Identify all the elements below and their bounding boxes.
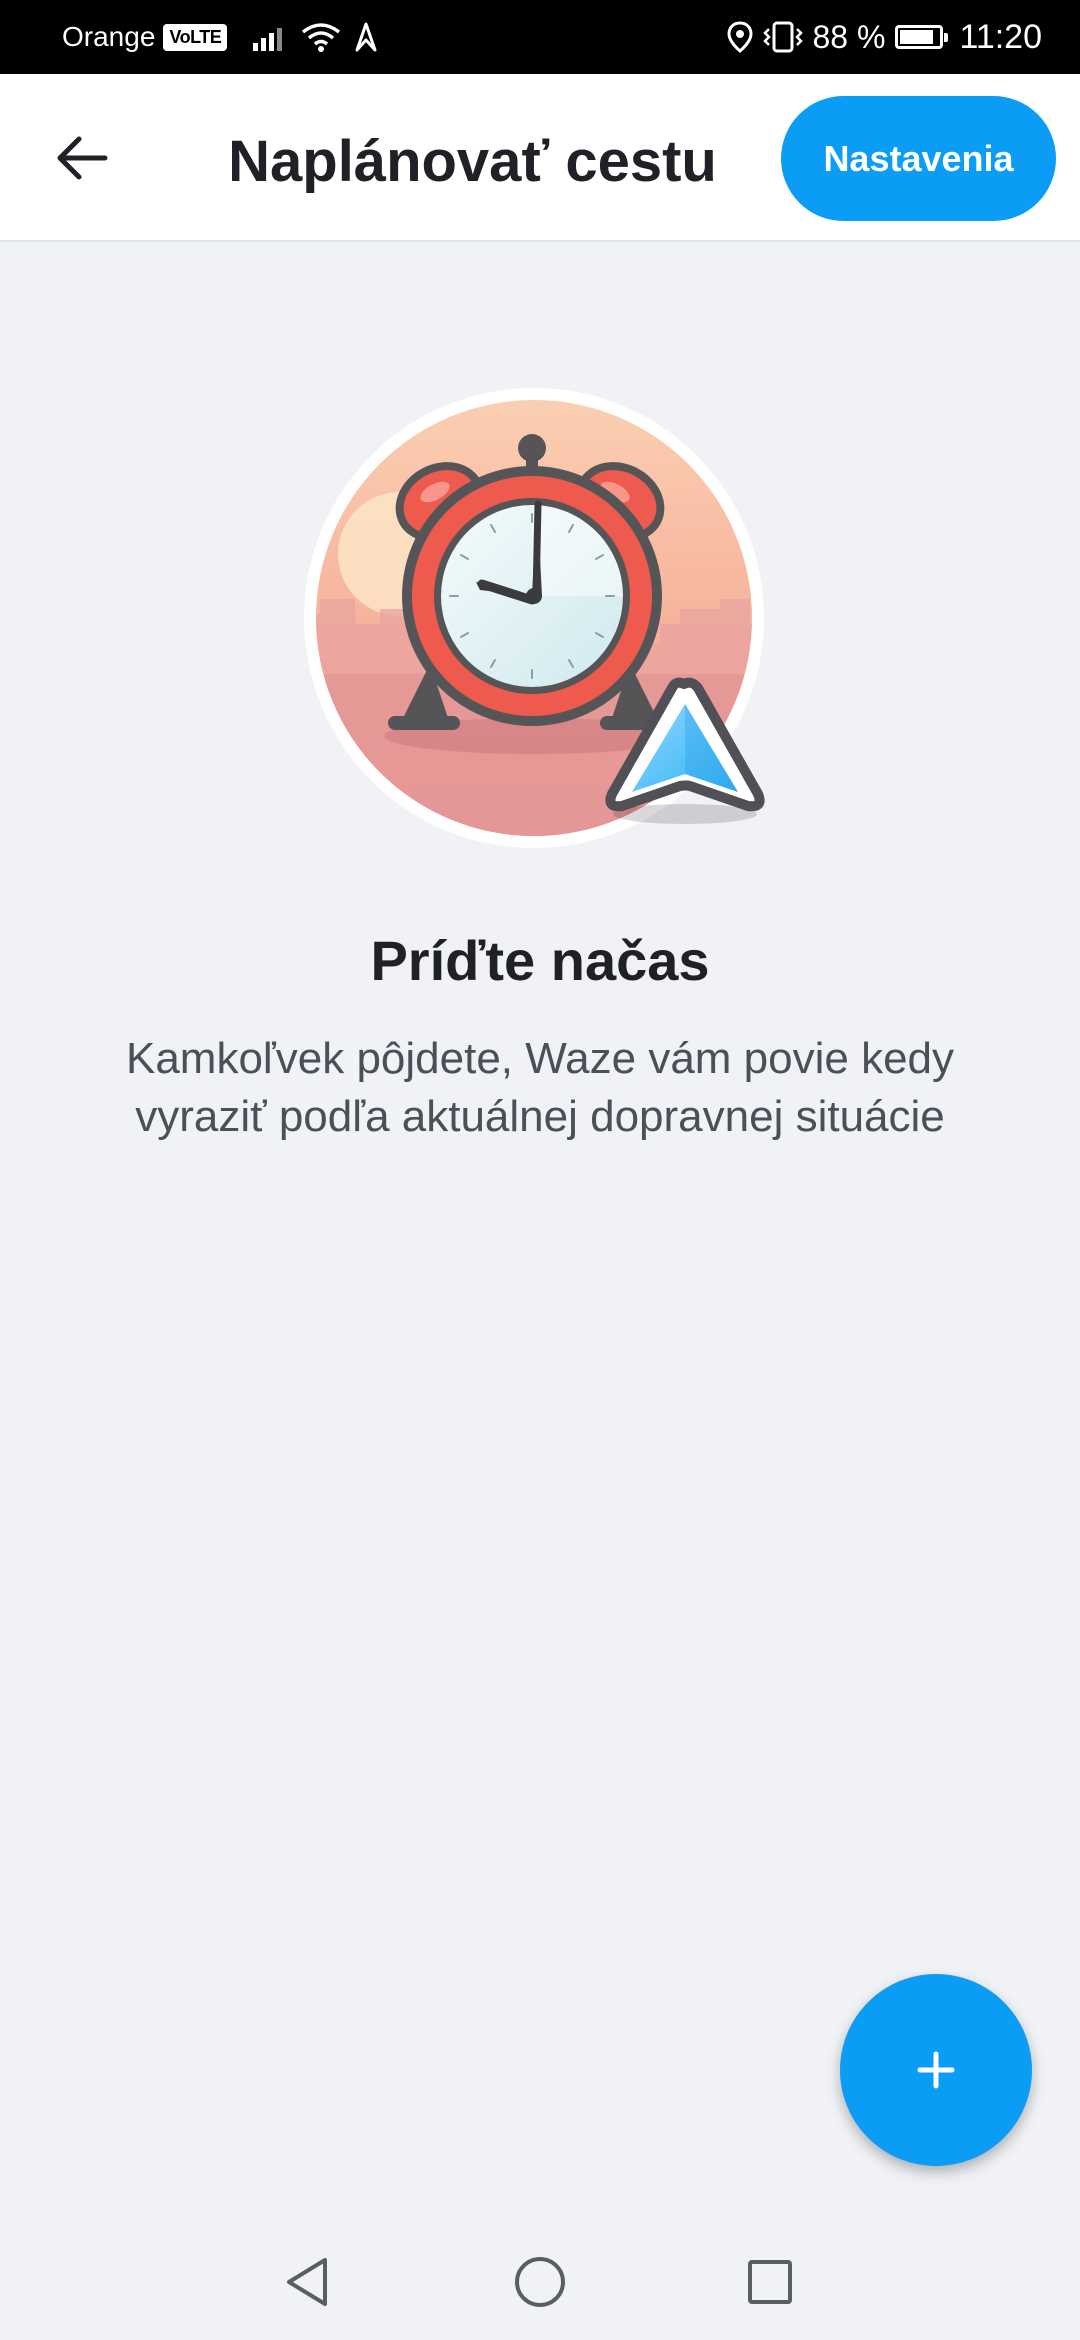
arrow-left-icon xyxy=(57,136,108,180)
back-button[interactable] xyxy=(40,118,124,198)
nav-back-button[interactable] xyxy=(268,2242,348,2322)
back-triangle-icon xyxy=(287,2258,327,2306)
clock-time: 11:20 xyxy=(959,17,1042,56)
vibrate-icon xyxy=(762,21,803,53)
empty-state-description: Kamkoľvek pôjdete, Waze vám povie kedy v… xyxy=(125,1034,955,1141)
recents-square-icon xyxy=(748,2260,792,2304)
carrier-label: Orange xyxy=(62,21,156,52)
location-icon xyxy=(726,21,753,53)
home-circle-icon xyxy=(515,2257,565,2307)
add-planned-drive-button[interactable] xyxy=(840,1974,1032,2166)
nav-home-button[interactable] xyxy=(500,2242,580,2322)
status-bar: Orange VoLTE 88 % 11:20 xyxy=(0,0,1080,74)
data-icon xyxy=(355,22,377,52)
wifi-icon xyxy=(302,23,341,52)
battery-icon xyxy=(895,25,949,49)
empty-state-headline: Príďte načas xyxy=(370,929,710,992)
nav-recents-button[interactable] xyxy=(730,2242,810,2322)
plus-icon xyxy=(917,2051,955,2089)
app-header: Naplánovať cestu Nastavenia xyxy=(0,74,1080,242)
settings-button[interactable]: Nastavenia xyxy=(781,96,1056,221)
signal-icon xyxy=(253,28,283,51)
volte-badge: VoLTE xyxy=(163,23,228,51)
battery-percent: 88 % xyxy=(812,18,886,55)
alarm-illustration xyxy=(300,384,770,854)
page-title: Naplánovať cestu xyxy=(228,129,717,194)
system-nav-bar xyxy=(0,2220,1080,2340)
